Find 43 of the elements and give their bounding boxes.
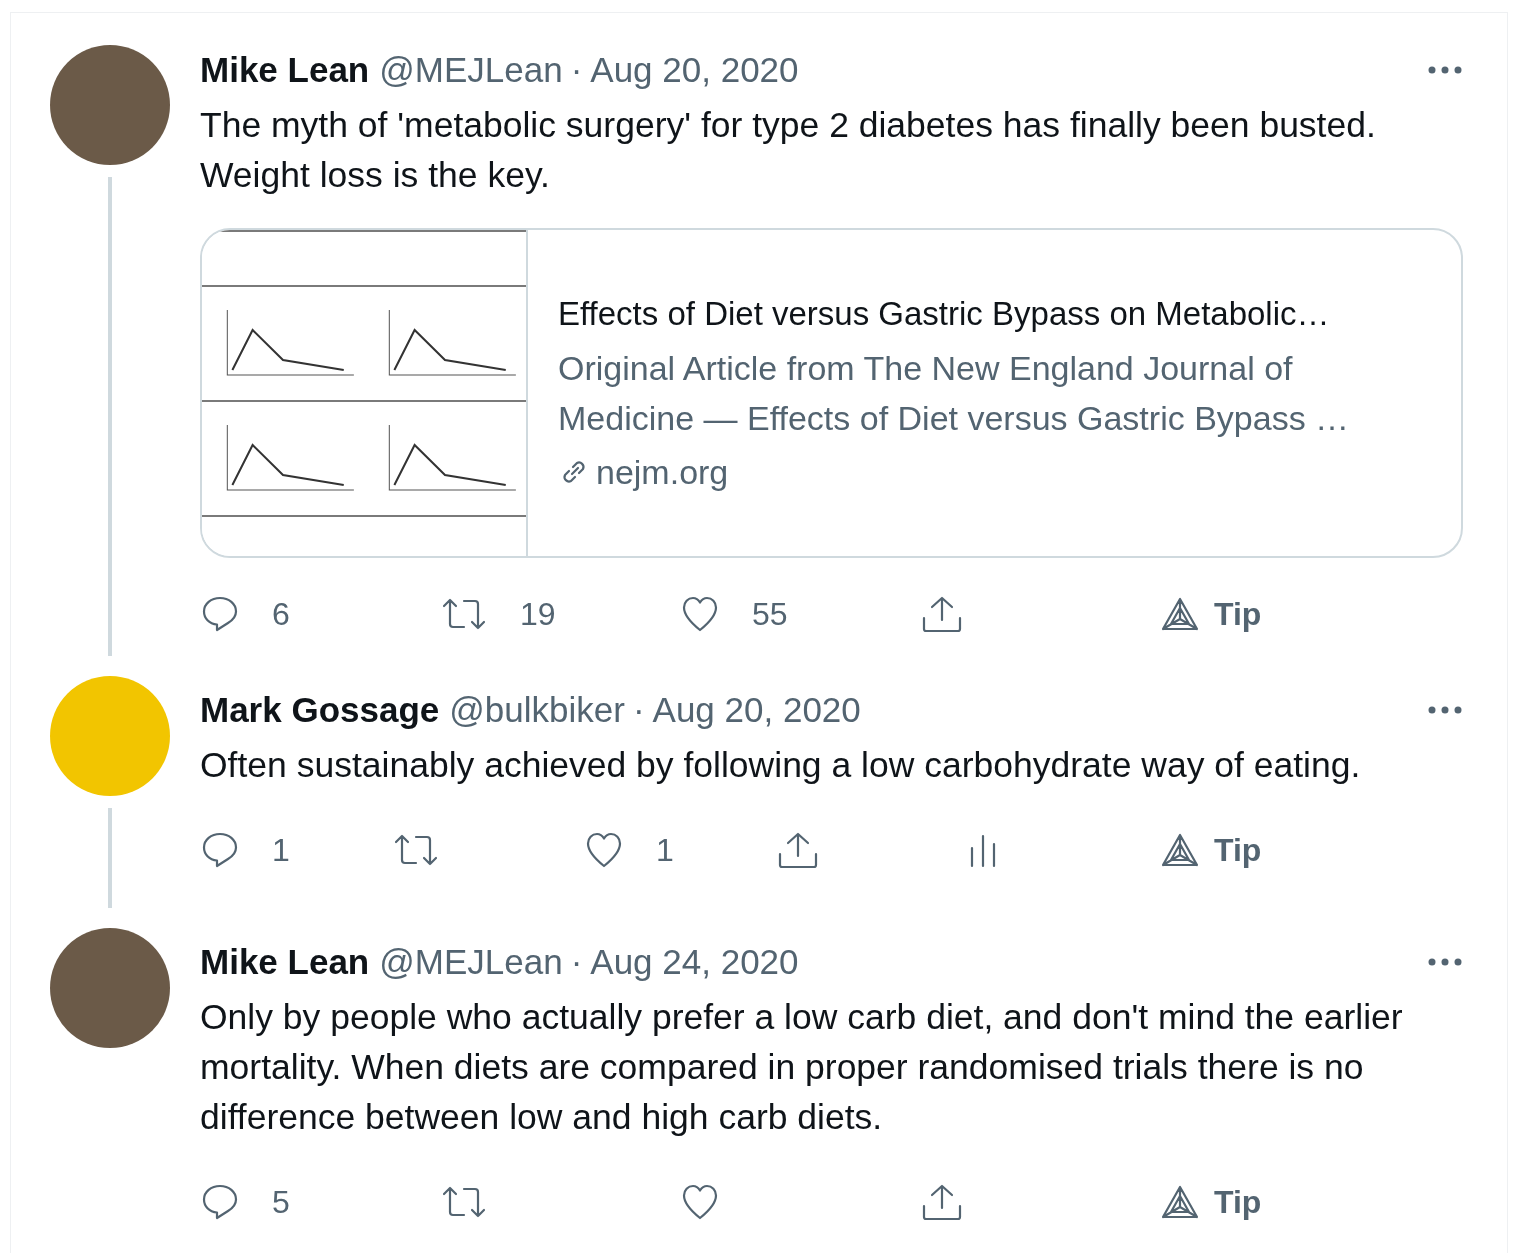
action-count: 6 [272, 595, 290, 633]
more-icon[interactable] [1427, 957, 1463, 967]
heart-icon[interactable] [680, 1182, 720, 1222]
user-handle[interactable]: @MEJLean [379, 940, 563, 984]
tweet-date[interactable]: Aug 24, 2020 [590, 940, 799, 984]
tweet-text: The myth of 'metabolic surgery' for type 2 diabetes has finally been busted. Weight loss is the key. [200, 104, 1377, 197]
share-icon[interactable] [920, 1182, 964, 1222]
separator: · [570, 49, 583, 91]
user-name[interactable]: Mark Gossage [200, 688, 440, 732]
tip-icon[interactable] [1160, 832, 1200, 868]
share-icon[interactable] [920, 594, 964, 634]
user-name[interactable]: Mike Lean [200, 940, 370, 984]
reply-icon[interactable] [200, 1182, 240, 1222]
heart-icon[interactable] [680, 594, 720, 634]
tip-icon[interactable] [1160, 596, 1200, 632]
tip-label[interactable]: Tip [1214, 1183, 1262, 1221]
heart-icon[interactable] [584, 830, 624, 870]
card-title: Effects of Diet versus Gastric Bypass on Metabolic… [558, 294, 1331, 334]
action-count: 1 [656, 831, 674, 869]
reply-icon[interactable] [200, 830, 240, 870]
tweet-text: Often sustainably achieved by following a low carbohydrate way of eating. [200, 744, 1362, 787]
reply-icon[interactable] [200, 594, 240, 634]
link-card[interactable]: Effects of Diet versus Gastric Bypass on Metabolic… Original Article from The New England Journal of Medicine — Effects of Diet versus Gastric Bypass … nejm.org [200, 228, 1463, 558]
more-icon[interactable] [1427, 705, 1463, 715]
action-count: 1 [272, 831, 290, 869]
tip-label[interactable]: Tip [1214, 595, 1262, 633]
tip-icon[interactable] [1160, 1184, 1200, 1220]
card-description: Original Article from The New England Journal of Medicine — Effects of Diet versus Gastric Bypass … [558, 348, 1351, 439]
user-handle[interactable]: @MEJLean [379, 48, 563, 92]
tweet-text: Only by people who actually prefer a low carb diet, and don't mind the earlier mortality. When diets are compared in proper randomised trials there is no difference between low and high carb diets. [200, 996, 1404, 1139]
tweet-date[interactable]: Aug 20, 2020 [590, 48, 799, 92]
separator: · [632, 689, 645, 731]
action-count: 55 [752, 595, 788, 633]
user-name[interactable]: Mike Lean [200, 48, 370, 92]
action-count: 19 [520, 595, 556, 633]
share-icon[interactable] [776, 830, 820, 870]
user-handle[interactable]: @bulkbiker [449, 688, 625, 732]
action-count: 5 [272, 1183, 290, 1221]
separator: · [570, 941, 583, 983]
tip-label[interactable]: Tip [1214, 831, 1262, 869]
more-icon[interactable] [1427, 65, 1463, 75]
tweet-date[interactable]: Aug 20, 2020 [652, 688, 861, 732]
card-domain: nejm.org [596, 452, 729, 493]
